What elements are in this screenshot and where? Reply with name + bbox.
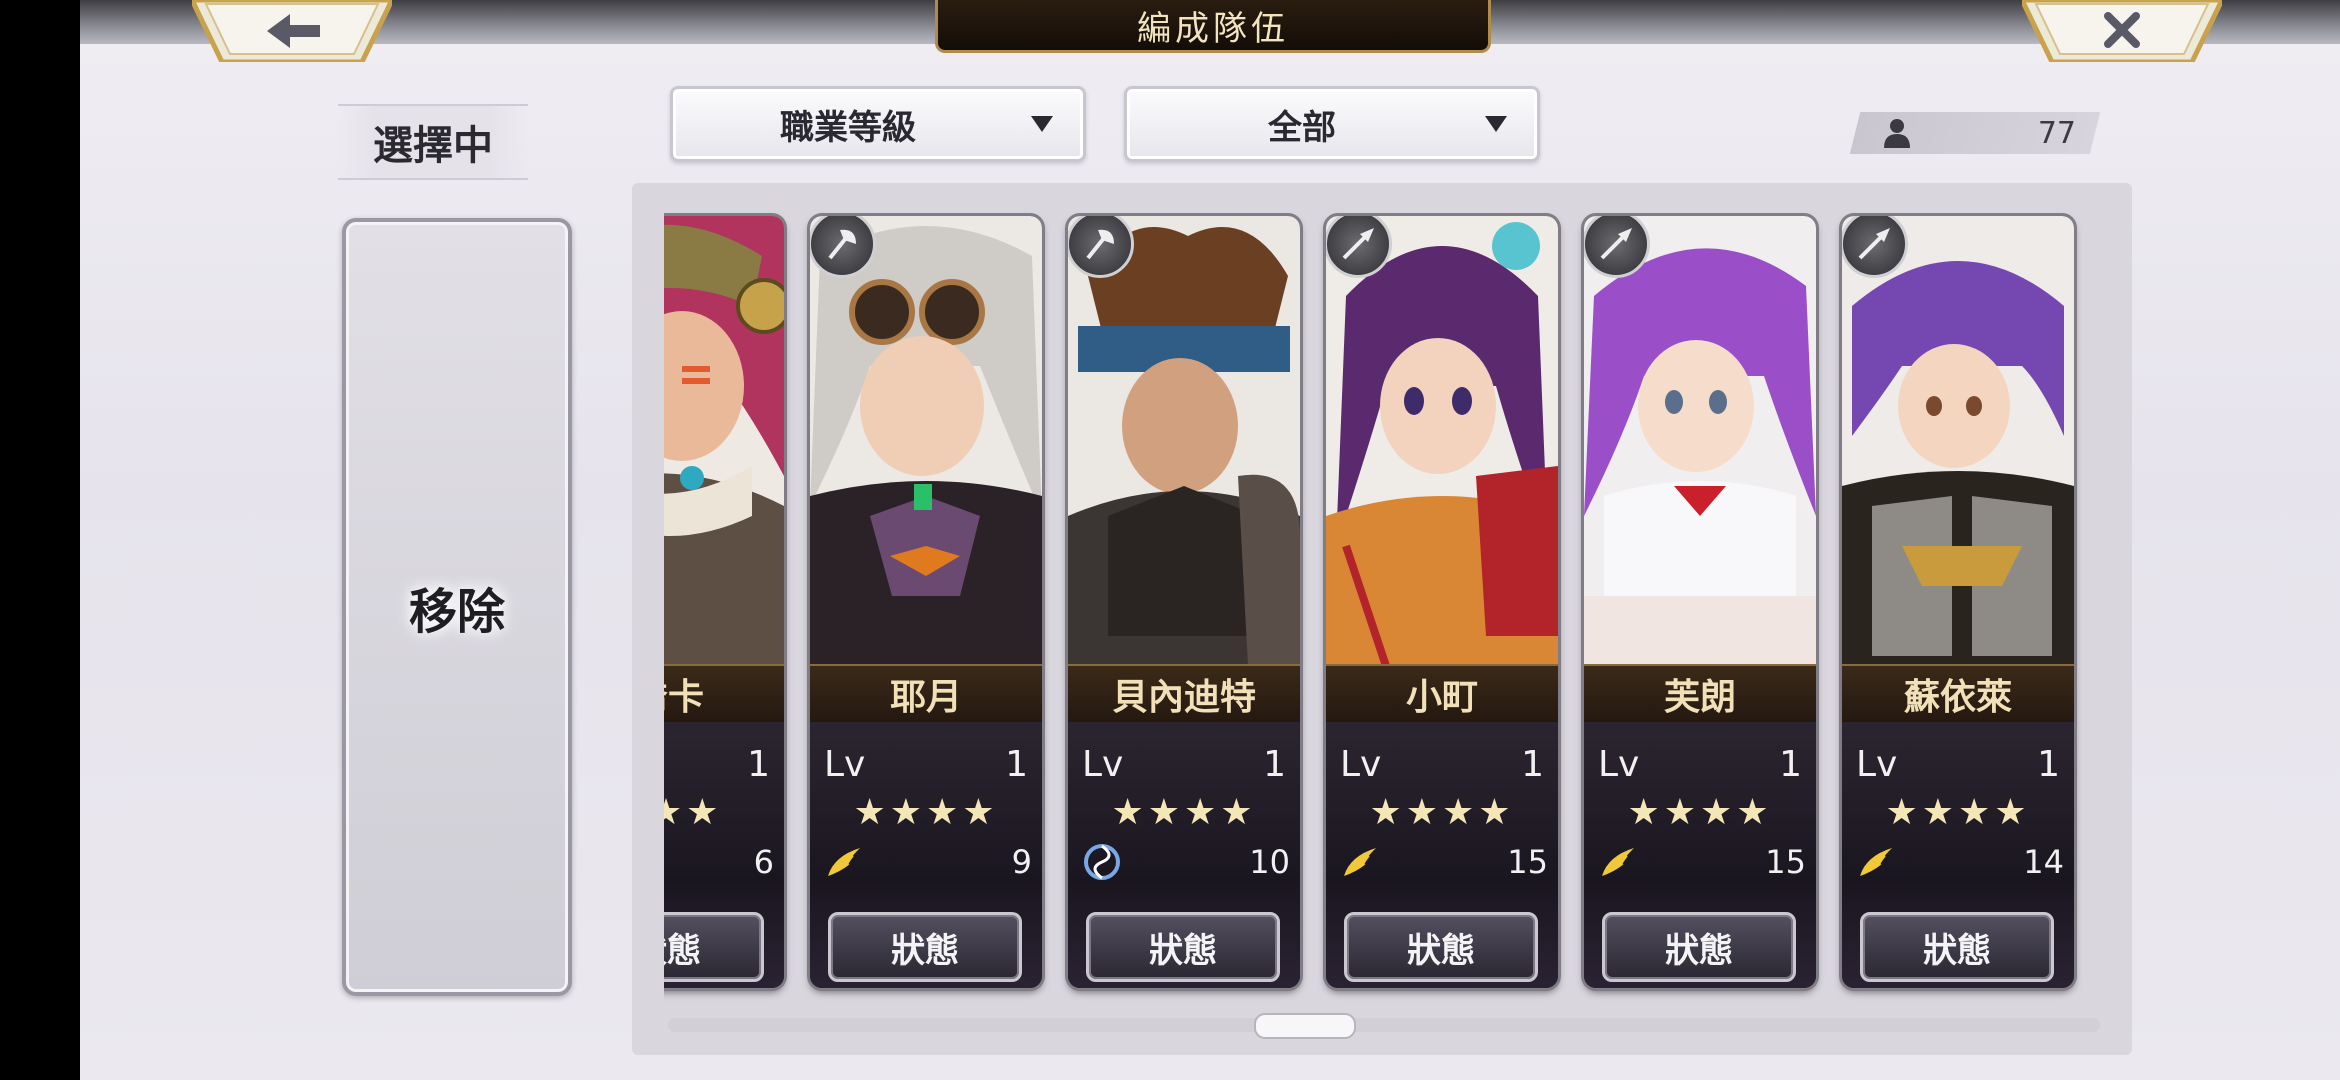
- unit-portrait: [1068, 216, 1300, 666]
- stat-value: 10: [1249, 843, 1290, 881]
- status-button[interactable]: 狀態: [664, 912, 764, 982]
- level-label: Lv: [1082, 743, 1124, 785]
- star-rating: ★★★★: [1369, 792, 1515, 833]
- stat-value: 14: [2023, 843, 2064, 881]
- wing-icon: [1344, 848, 1376, 876]
- unit-stats: Lv 1 ★★★★ 14 狀態: [1842, 722, 2074, 988]
- unit-card[interactable]: 貝內迪特 Lv 1 ★★★★ 10 狀態: [1068, 216, 1300, 988]
- unit-portrait: [810, 216, 1042, 666]
- star-rating: ★★★★: [1885, 792, 2031, 833]
- filter-dropdown[interactable]: 全部: [1124, 86, 1540, 162]
- page-title: 編成隊伍: [935, 0, 1491, 53]
- status-button[interactable]: 狀態: [1602, 912, 1796, 982]
- wing-icon: [1860, 848, 1892, 876]
- unit-card[interactable]: 小町 Lv 1 ★★★★ 15 狀態: [1326, 216, 1558, 988]
- unit-name: 蘇依萊: [1842, 664, 2074, 724]
- unit-name: 小町: [1326, 664, 1558, 724]
- wing-icon: [1602, 848, 1634, 876]
- level-label: Lv: [1340, 743, 1382, 785]
- unit-portrait: [1326, 216, 1558, 666]
- unit-stats: Lv 1 ★★★★ 10 狀態: [1068, 722, 1300, 988]
- unit-count-value: 77: [2037, 115, 2076, 151]
- unit-portrait: [1842, 216, 2074, 666]
- unit-card[interactable]: 芙朗 Lv 1 ★★★★ 15 狀態: [1584, 216, 1816, 988]
- back-button[interactable]: [192, 0, 392, 62]
- unit-name: 喬卡: [664, 664, 784, 724]
- sort-dropdown[interactable]: 職業等級: [670, 86, 1086, 162]
- horizontal-scrollbar[interactable]: [668, 1018, 2100, 1032]
- level-value: 1: [1263, 743, 1286, 785]
- unit-card[interactable]: 喬卡 1 ★★★ 6 狀態: [664, 216, 784, 988]
- level-value: 1: [747, 743, 770, 785]
- sort-dropdown-label: 職業等級: [780, 107, 916, 148]
- status-button[interactable]: 狀態: [1860, 912, 2054, 982]
- back-arrow-icon: [267, 14, 320, 48]
- unit-stats: 1 ★★★ 6 狀態: [664, 722, 784, 988]
- unit-count: 77: [1870, 112, 2090, 154]
- star-rating: ★★★★: [1627, 792, 1773, 833]
- unit-portrait: [1584, 216, 1816, 666]
- unit-stats: Lv 1 ★★★★ 15 狀態: [1326, 722, 1558, 988]
- status-button[interactable]: 狀態: [1344, 912, 1538, 982]
- unit-card-list[interactable]: 喬卡 1 ★★★ 6 狀態: [664, 210, 2104, 1002]
- status-button[interactable]: 狀態: [828, 912, 1022, 982]
- selecting-label: 選擇中: [338, 104, 528, 180]
- unit-stats: Lv 1 ★★★★ 9 狀態: [810, 722, 1042, 988]
- unit-stats: Lv 1 ★★★★ 15 狀態: [1584, 722, 1816, 988]
- close-x-icon: [2104, 12, 2140, 48]
- unit-card[interactable]: 蘇依萊 Lv 1 ★★★★ 14 狀態: [1842, 216, 2074, 988]
- level-value: 1: [1521, 743, 1544, 785]
- unit-name: 貝內迪特: [1068, 664, 1300, 724]
- star-rating: ★★★: [664, 792, 723, 833]
- unit-name: 芙朗: [1584, 664, 1816, 724]
- person-icon: [1884, 119, 1910, 148]
- level-label: Lv: [824, 743, 866, 785]
- chevron-down-icon: [1485, 116, 1507, 132]
- close-button[interactable]: [2022, 0, 2222, 62]
- filter-dropdown-label: 全部: [1268, 107, 1336, 148]
- wing-icon: [828, 848, 860, 876]
- level-value: 1: [2037, 743, 2060, 785]
- stat-value: 15: [1765, 843, 1806, 881]
- stat-value: 6: [753, 843, 774, 881]
- remove-label: 移除: [408, 584, 505, 640]
- swirl-icon: [1084, 844, 1120, 880]
- unit-name: 耶月: [810, 664, 1042, 724]
- level-label: Lv: [1598, 743, 1640, 785]
- star-rating: ★★★★: [1111, 792, 1257, 833]
- scrollbar-thumb[interactable]: [1254, 1013, 1356, 1039]
- unit-card[interactable]: 耶月 Lv 1 ★★★★ 9 狀態: [810, 216, 1042, 988]
- status-button[interactable]: 狀態: [1086, 912, 1280, 982]
- stat-value: 15: [1507, 843, 1548, 881]
- level-label: Lv: [1856, 743, 1898, 785]
- level-value: 1: [1005, 743, 1028, 785]
- remove-slot-button[interactable]: 移除: [342, 218, 572, 996]
- game-screen: 編成隊伍 選擇中 移除 職業等級 全部 77 卡 1 ★★ 6 態 耶月 Lv …: [80, 0, 2340, 1080]
- chevron-down-icon: [1031, 116, 1053, 132]
- star-rating: ★★★★: [853, 792, 999, 833]
- level-value: 1: [1779, 743, 1802, 785]
- stat-value: 9: [1011, 843, 1032, 881]
- unit-portrait: [664, 216, 784, 666]
